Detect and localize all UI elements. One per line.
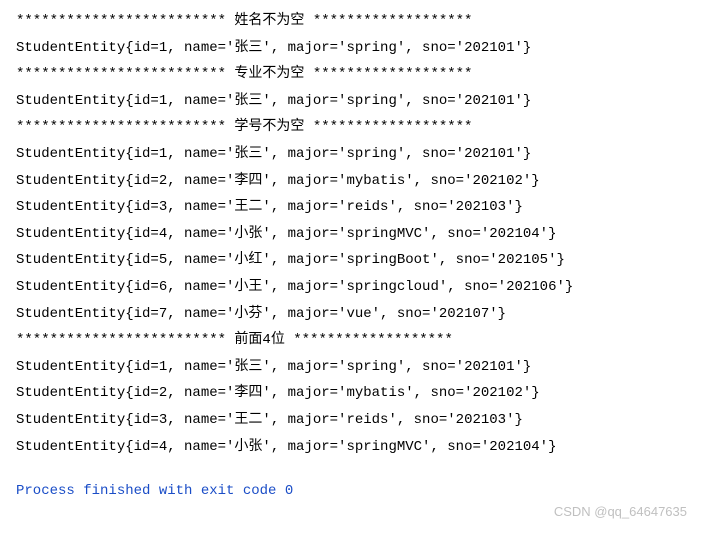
console-line: StudentEntity{id=4, name='小张', major='sp… (16, 434, 691, 461)
console-line: ************************* 专业不为空 ********… (16, 61, 691, 88)
console-output: ************************* 姓名不为空 ********… (16, 8, 691, 505)
console-line: StudentEntity{id=2, name='李四', major='my… (16, 168, 691, 195)
console-line: ************************* 学号不为空 ********… (16, 114, 691, 141)
console-line: StudentEntity{id=3, name='王二', major='re… (16, 194, 691, 221)
console-line: StudentEntity{id=1, name='张三', major='sp… (16, 35, 691, 62)
console-line: StudentEntity{id=6, name='小王', major='sp… (16, 274, 691, 301)
process-exit-line: Process finished with exit code 0 (16, 478, 691, 505)
console-line: ************************* 前面4位 *********… (16, 327, 691, 354)
console-line: StudentEntity{id=7, name='小芬', major='vu… (16, 301, 691, 328)
console-line: StudentEntity{id=2, name='李四', major='my… (16, 380, 691, 407)
console-line: ************************* 姓名不为空 ********… (16, 8, 691, 35)
console-line: StudentEntity{id=1, name='张三', major='sp… (16, 88, 691, 115)
console-line: StudentEntity{id=3, name='王二', major='re… (16, 407, 691, 434)
console-line: StudentEntity{id=4, name='小张', major='sp… (16, 221, 691, 248)
console-line: StudentEntity{id=1, name='张三', major='sp… (16, 141, 691, 168)
console-line: StudentEntity{id=1, name='张三', major='sp… (16, 354, 691, 381)
console-line: StudentEntity{id=5, name='小红', major='sp… (16, 247, 691, 274)
